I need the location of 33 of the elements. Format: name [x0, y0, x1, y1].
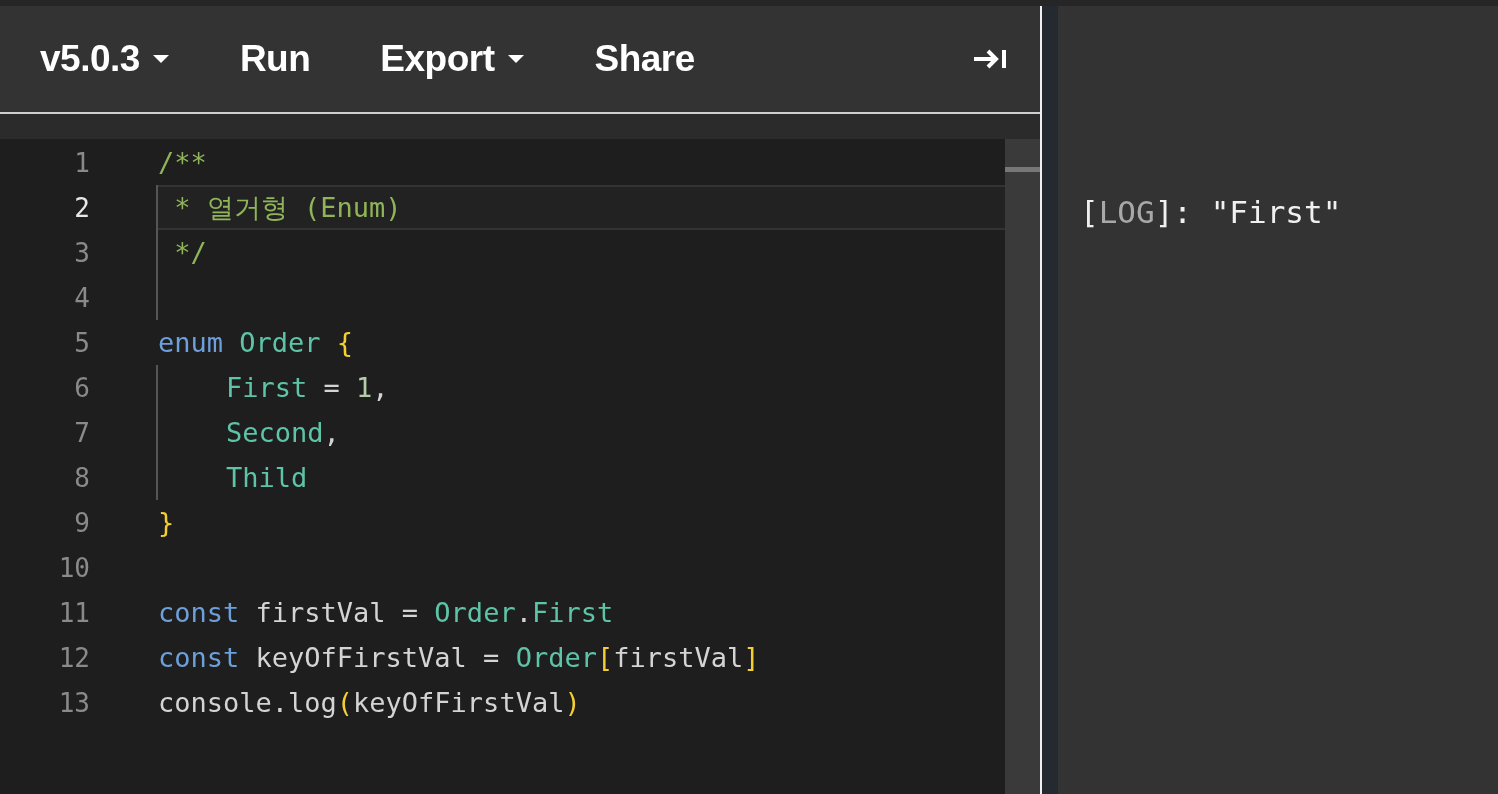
collapse-button[interactable]	[972, 47, 1008, 71]
log-output: [LOG]: "First"	[1080, 194, 1342, 230]
scroll-marker	[1005, 167, 1040, 172]
toolbar-button[interactable]: Run	[239, 38, 311, 80]
code-line: const firstVal = Order.First	[158, 597, 614, 628]
line-number: 1	[73, 147, 90, 178]
line-number: 10	[57, 552, 90, 583]
scrollbar[interactable]	[1005, 139, 1040, 794]
line-number: 11	[57, 597, 90, 628]
arrow-to-bar-icon	[972, 47, 1008, 71]
code-line: console.log(keyOfFirstVal)	[158, 687, 581, 718]
line-number: 4	[73, 282, 90, 313]
line-number: 5	[73, 327, 90, 358]
code-line: const keyOfFirstVal = Order[firstVal]	[158, 642, 760, 673]
code-line: }	[158, 507, 175, 538]
code-line: First = 1,	[226, 372, 389, 403]
line-number: 6	[73, 372, 90, 403]
line-number: 8	[73, 462, 90, 493]
line-number: 9	[73, 507, 90, 538]
code-line: Second,	[226, 417, 340, 448]
line-number: 3	[73, 237, 90, 268]
line-number: 2	[73, 192, 90, 223]
code-line: enum Order {	[158, 327, 354, 358]
dropdown-button[interactable]: Export	[380, 38, 525, 80]
dropdown-button[interactable]: v5.0.3	[40, 38, 170, 80]
line-number: 7	[73, 417, 90, 448]
code-line: */	[173, 237, 207, 268]
line-number: 12	[57, 642, 90, 673]
code-line: Thild	[226, 462, 308, 493]
line-number: 13	[57, 687, 90, 718]
code-line: /**	[158, 147, 207, 178]
toolbar-button[interactable]: Share	[594, 38, 695, 80]
code-line: * 열거형 (Enum)	[173, 190, 402, 225]
